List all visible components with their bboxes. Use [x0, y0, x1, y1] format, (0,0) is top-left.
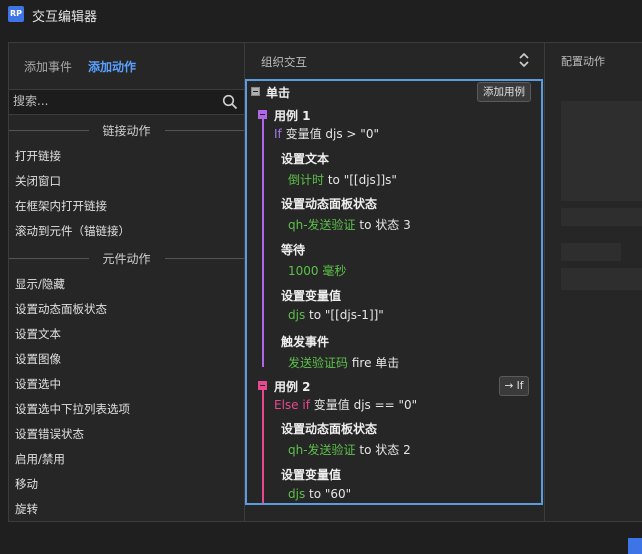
case1-label[interactable]: 用例 1	[274, 107, 311, 124]
footer-button[interactable]	[628, 538, 642, 554]
case2-line	[262, 390, 264, 503]
panel-title: 组织交互	[261, 55, 307, 69]
case2-label[interactable]: 用例 2	[274, 378, 311, 395]
search-icon[interactable]	[222, 94, 238, 110]
case1-action4-title[interactable]: 设置变量值	[281, 287, 341, 304]
search-input[interactable]	[13, 92, 213, 110]
organize-interactions-panel: 组织交互 单击 添加用例 用例 1 If 变量值 djs > "0" 设置文本 …	[245, 43, 545, 521]
case2-action1-title[interactable]: 设置动态面板状态	[281, 420, 377, 437]
convert-to-if-button[interactable]: → If	[499, 376, 529, 396]
action-show-hide[interactable]: 显示/隐藏	[15, 276, 65, 292]
action-rotate[interactable]: 旋转	[15, 501, 38, 517]
tab-add-event[interactable]: 添加事件	[24, 58, 72, 75]
action-set-error-state[interactable]: 设置错误状态	[15, 426, 84, 442]
placeholder-block	[561, 243, 621, 261]
action-scroll-to-widget[interactable]: 滚动到元件（锚链接）	[15, 223, 130, 239]
panel-tabs: 添加事件 添加动作	[9, 43, 244, 87]
case1-action3-detail[interactable]: 1000 毫秒	[288, 262, 346, 279]
action-open-in-frame[interactable]: 在框架内打开链接	[15, 198, 107, 214]
collapse-case1-icon[interactable]	[258, 110, 267, 119]
action-open-link[interactable]: 打开链接	[15, 148, 61, 164]
case1-condition[interactable]: If 变量值 djs > "0"	[274, 125, 379, 142]
search-box	[9, 89, 244, 115]
action-move[interactable]: 移动	[15, 476, 38, 492]
group-header-widget-actions: 元件动作	[9, 249, 244, 267]
group-header-link-actions: 链接动作	[9, 121, 244, 139]
collapse-case2-icon[interactable]	[258, 381, 267, 390]
action-close-window[interactable]: 关闭窗口	[15, 173, 61, 189]
case1-action1-detail[interactable]: 倒计时 to "[[djs]]s"	[288, 171, 397, 188]
window-title: 交互编辑器	[32, 10, 98, 25]
placeholder-block	[561, 208, 642, 226]
action-enable-disable[interactable]: 启用/禁用	[15, 451, 65, 467]
expand-collapse-icon[interactable]	[518, 52, 530, 68]
app-logo-icon: RP	[8, 6, 24, 22]
case1-action4-detail[interactable]: djs to "[[djs-1]]"	[288, 308, 384, 322]
case1-action5-detail[interactable]: 发送验证码 fire 单击	[288, 354, 399, 371]
case2-action1-detail[interactable]: qh-发送验证 to 状态 2	[288, 441, 411, 458]
interaction-tree: 单击 添加用例 用例 1 If 变量值 djs > "0" 设置文本 倒计时 t…	[245, 79, 543, 505]
configure-action-panel: 配置动作	[545, 43, 642, 521]
placeholder-block	[561, 268, 642, 290]
case1-line	[262, 119, 264, 367]
tab-add-action[interactable]: 添加动作	[88, 58, 136, 75]
case2-condition[interactable]: Else if 变量值 djs == "0"	[274, 396, 417, 413]
case2-action2-title[interactable]: 设置变量值	[281, 466, 341, 483]
collapse-event-icon[interactable]	[251, 87, 260, 96]
case1-action2-detail[interactable]: qh-发送验证 to 状态 3	[288, 216, 411, 233]
action-set-text[interactable]: 设置文本	[15, 326, 61, 342]
case1-action1-title[interactable]: 设置文本	[281, 150, 329, 167]
add-case-button[interactable]: 添加用例	[477, 82, 531, 102]
case1-action2-title[interactable]: 设置动态面板状态	[281, 195, 377, 212]
case2-action2-detail[interactable]: djs to "60"	[288, 487, 351, 501]
actions-panel: 添加事件 添加动作 链接动作 打开链接 关闭窗口 在框架内打开链接 滚动到元件（…	[9, 43, 245, 521]
action-set-panel-state[interactable]: 设置动态面板状态	[15, 301, 107, 317]
panel-header: 组织交互	[245, 43, 544, 77]
placeholder-block	[561, 101, 642, 201]
action-set-image[interactable]: 设置图像	[15, 351, 61, 367]
action-set-selected[interactable]: 设置选中	[15, 376, 61, 392]
event-label[interactable]: 单击	[266, 84, 290, 101]
case1-action3-title[interactable]: 等待	[281, 241, 305, 258]
action-set-list-selection[interactable]: 设置选中下拉列表选项	[15, 401, 130, 417]
panel-title: 配置动作	[561, 55, 605, 68]
case1-action5-title[interactable]: 触发事件	[281, 333, 329, 350]
title-bar: RP 交互编辑器	[0, 0, 642, 30]
